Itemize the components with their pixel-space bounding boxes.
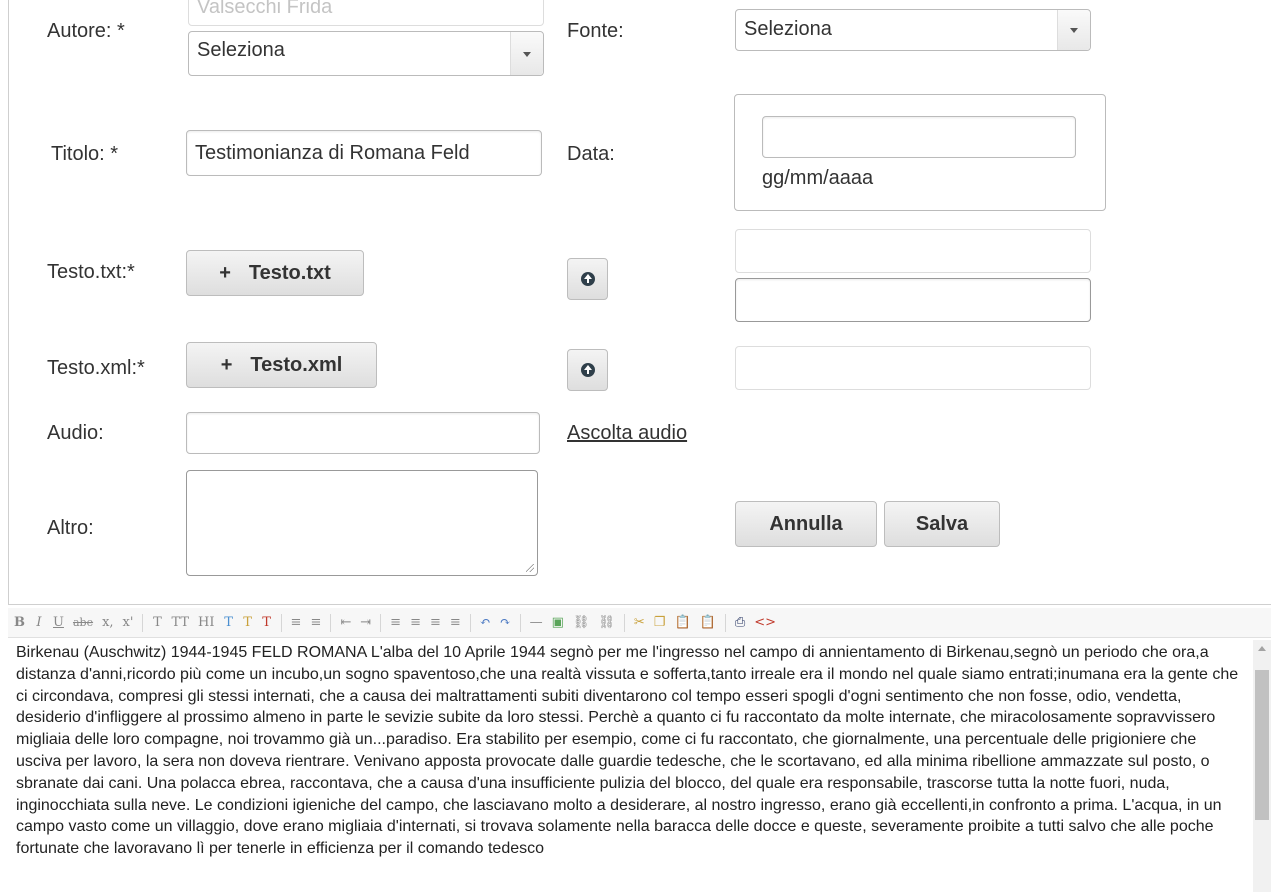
add-testo-xml-label: Testo.xml [250, 354, 343, 376]
autore-name-value: Valsecchi Frida [197, 0, 333, 18]
cut-icon[interactable]: ✂ [634, 615, 645, 630]
underline-icon[interactable]: U [53, 615, 64, 630]
align-right-icon[interactable]: ≡ [430, 615, 441, 630]
cancel-button[interactable]: Annulla [735, 501, 877, 547]
testo-xml-filename[interactable] [735, 346, 1091, 390]
add-testo-txt-label: Testo.txt [248, 262, 331, 284]
paste-word-icon[interactable]: 📋 [700, 615, 716, 630]
remove-format-icon[interactable]: T [262, 615, 272, 630]
altro-label: Altro: [47, 517, 94, 539]
link-icon[interactable]: ⛓ [573, 615, 590, 630]
toolbar-separator [623, 613, 625, 632]
font-family-icon[interactable]: TT [171, 615, 189, 630]
plus-icon: + [219, 262, 231, 284]
testo-txt-content[interactable] [735, 278, 1091, 322]
unlink-icon[interactable]: ⛓ [598, 615, 615, 630]
testo-txt-filename[interactable] [735, 229, 1091, 273]
undo-icon[interactable]: ↶ [480, 615, 491, 630]
toolbar-separator [519, 613, 521, 632]
testo-xml-label: Testo.xml:* [47, 357, 145, 379]
redo-icon[interactable]: ↷ [500, 615, 511, 630]
outdent-icon[interactable]: ⇤ [340, 615, 351, 630]
horizontal-rule-icon[interactable]: — [530, 615, 543, 630]
strikethrough-icon[interactable]: abe [73, 616, 93, 629]
document-form: Autore: * Valsecchi Frida Seleziona Font… [8, 0, 1271, 605]
upload-icon [580, 272, 595, 286]
toolbar-separator [380, 613, 382, 632]
numbered-list-icon[interactable]: ≡ [310, 615, 321, 630]
toolbar-separator [724, 613, 726, 632]
subscript-icon[interactable]: x, [102, 615, 113, 630]
editor-text[interactable]: Birkenau (Auschwitz) 1944-1945 FELD ROMA… [16, 642, 1242, 860]
scroll-up-arrow-icon[interactable] [1258, 646, 1266, 651]
editor-scrollbar[interactable] [1253, 640, 1271, 892]
fonte-label: Fonte: [567, 20, 624, 42]
data-label: Data: [567, 143, 615, 165]
autore-select-toggle[interactable] [510, 32, 543, 75]
audio-input[interactable] [186, 412, 540, 454]
toolbar-separator [469, 613, 471, 632]
justify-icon[interactable]: ≡ [450, 615, 461, 630]
heading-icon[interactable]: HI [198, 615, 214, 630]
resize-handle-icon[interactable] [526, 564, 534, 572]
add-testo-xml-button[interactable]: + Testo.xml [186, 342, 377, 388]
titolo-value: Testimonianza di Romana Feld [195, 142, 470, 164]
editor-content-area[interactable]: Birkenau (Auschwitz) 1944-1945 FELD ROMA… [8, 640, 1271, 892]
bold-icon[interactable]: B [14, 615, 25, 630]
fonte-select[interactable]: Seleziona [735, 9, 1091, 51]
source-icon[interactable]: <> [754, 615, 776, 630]
align-left-icon[interactable]: ≡ [390, 615, 401, 630]
audio-label: Audio: [47, 422, 104, 444]
titolo-input[interactable]: Testimonianza di Romana Feld [186, 130, 542, 176]
paste-icon[interactable]: 📋 [674, 615, 690, 630]
scrollbar-thumb[interactable] [1255, 670, 1269, 820]
plus-icon: + [220, 354, 233, 376]
font-size-icon[interactable]: T [152, 615, 162, 630]
superscript-icon[interactable]: x' [123, 615, 134, 630]
autore-select[interactable]: Seleziona [188, 31, 544, 76]
date-input[interactable] [762, 116, 1076, 158]
indent-icon[interactable]: ⇥ [360, 615, 371, 630]
copy-icon[interactable]: ❐ [654, 615, 666, 630]
add-testo-txt-button[interactable]: + Testo.txt [186, 250, 364, 296]
autore-select-value: Seleziona [197, 39, 285, 61]
text-color-icon[interactable]: T [224, 615, 234, 630]
fonte-select-toggle[interactable] [1057, 10, 1090, 50]
autore-label: Autore: * [47, 20, 125, 42]
upload-testo-txt-button[interactable] [567, 258, 608, 300]
toolbar-separator [142, 613, 144, 632]
chevron-down-icon [1070, 28, 1078, 33]
upload-icon [580, 363, 595, 377]
testo-txt-label: Testo.txt:* [47, 261, 135, 283]
bullet-list-icon[interactable]: ≡ [291, 615, 302, 630]
paste-format-icon[interactable]: T [243, 615, 253, 630]
toolbar-separator [330, 613, 332, 632]
fonte-select-value: Seleziona [744, 18, 832, 40]
date-field-group: gg/mm/aaaa [734, 94, 1106, 211]
italic-icon[interactable]: I [34, 615, 44, 630]
autore-name-input[interactable]: Valsecchi Frida [188, 0, 544, 26]
altro-textarea[interactable] [186, 470, 538, 576]
upload-testo-xml-button[interactable] [567, 349, 608, 391]
date-format-hint: gg/mm/aaaa [762, 167, 874, 189]
chevron-down-icon [523, 51, 531, 57]
align-center-icon[interactable]: ≡ [410, 615, 421, 630]
image-icon[interactable]: ▣ [552, 615, 564, 630]
editor-toolbar: B I Uabe x, x' T TT HI T T T ≡ ≡ ⇤ ⇥ ≡ ≡ ≡ ≡ ↶ ↷ — ▣ ⛓ ⛓ ✂ ❐ 📋 📋 ⎙ <> [8, 608, 1271, 638]
save-button[interactable]: Salva [884, 501, 1000, 547]
toolbar-separator [280, 613, 282, 632]
print-icon[interactable]: ⎙ [735, 615, 745, 630]
titolo-label: Titolo: * [51, 143, 119, 165]
ascolta-audio-link[interactable]: Ascolta audio [567, 422, 687, 445]
